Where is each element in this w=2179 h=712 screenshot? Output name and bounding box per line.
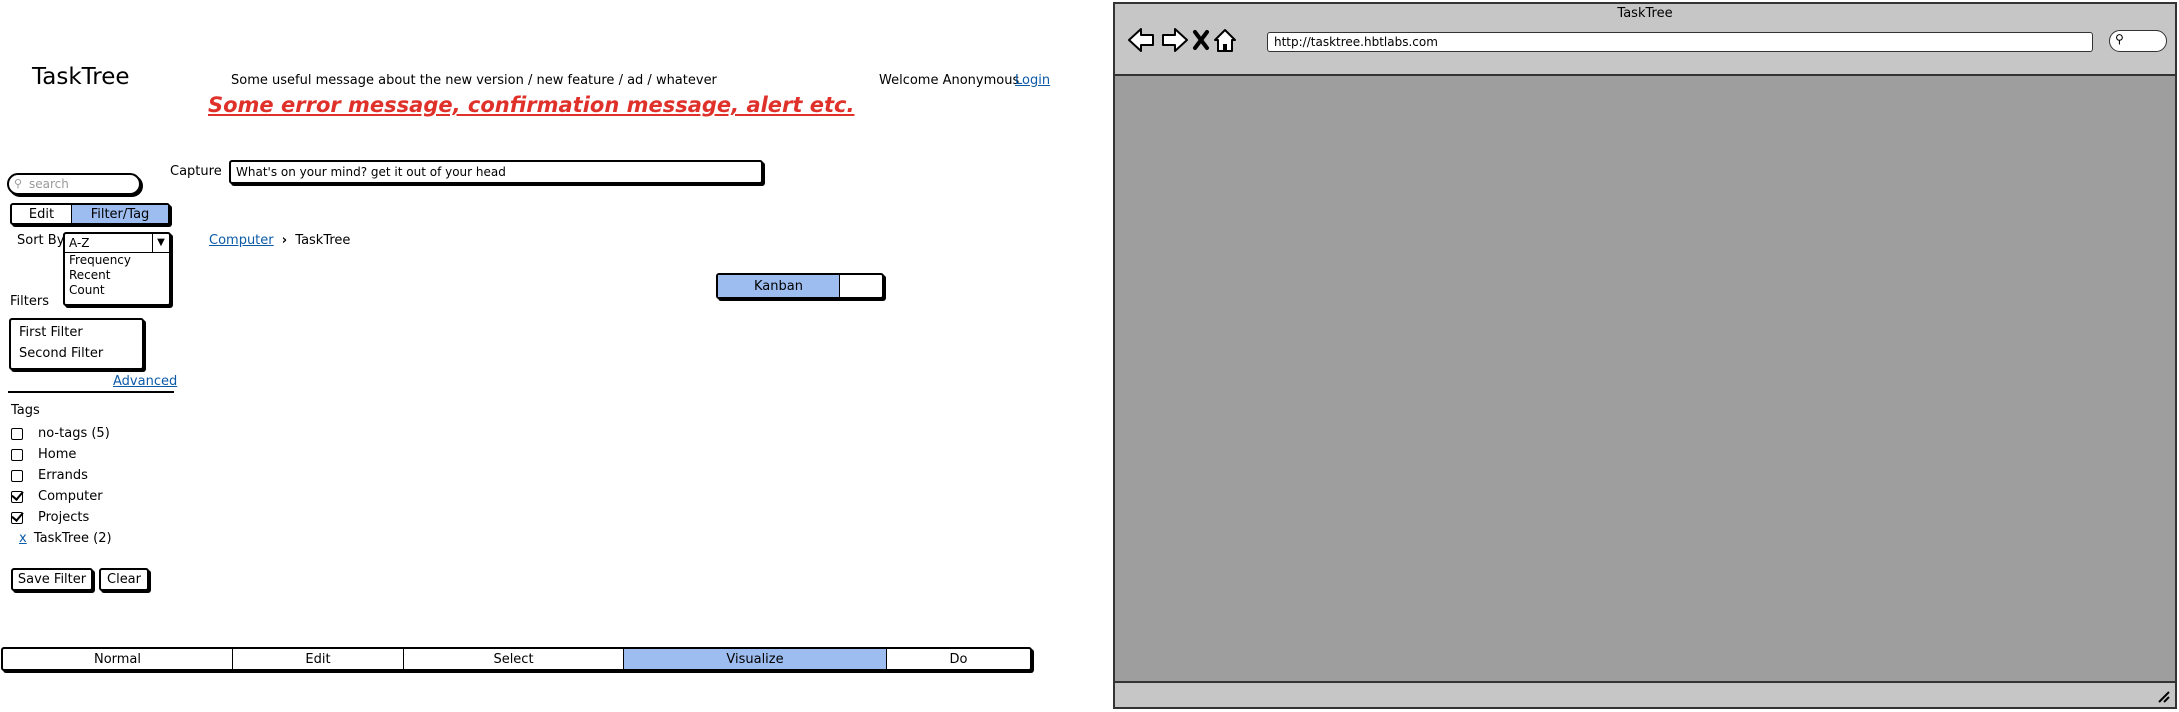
app-title: TaskTree: [32, 64, 130, 90]
welcome-text: Welcome Anonymous: [879, 73, 1020, 88]
tag-item-home[interactable]: Home: [11, 447, 76, 462]
forward-arrow-icon[interactable]: [1162, 28, 1188, 52]
remove-subtag-link[interactable]: x: [19, 531, 27, 546]
tag-item-projects[interactable]: Projects: [11, 510, 89, 525]
tag-item-computer[interactable]: Computer: [11, 489, 103, 504]
bottom-tab-do[interactable]: Do: [887, 649, 1030, 669]
sort-option[interactable]: Recent: [65, 268, 169, 283]
filters-label: Filters: [10, 294, 49, 309]
banner-message: Some useful message about the new versio…: [231, 73, 717, 88]
sort-dropdown[interactable]: A-Z ▼ Frequency Recent Count: [63, 232, 171, 306]
chevron-down-icon[interactable]: ▼: [152, 234, 169, 252]
mode-tab-filter-tag[interactable]: Filter/Tag: [72, 205, 168, 223]
filter-item[interactable]: First Filter: [19, 322, 134, 343]
bottom-tab-normal[interactable]: Normal: [3, 649, 233, 669]
tag-label: Projects: [38, 510, 90, 525]
alert-message: Some error message, confirmation message…: [208, 93, 855, 117]
browser-title: TaskTree: [1617, 6, 1673, 21]
back-arrow-icon[interactable]: [1128, 28, 1154, 52]
browser-content-area: [1115, 74, 2175, 683]
tag-label: Errands: [38, 468, 88, 483]
subtag-item: x TaskTree (2): [19, 531, 112, 546]
bottom-tabbar: Normal Edit Select Visualize Do: [1, 647, 1032, 671]
browser-search-input[interactable]: ⚲: [2109, 30, 2167, 52]
sort-option[interactable]: Frequency: [65, 253, 169, 268]
resize-grip-icon[interactable]: [2155, 688, 2171, 704]
browser-window: TaskTree http://tasktree.hbtlabs.com ⚲: [1113, 2, 2177, 709]
breadcrumb: Computer › TaskTree: [209, 233, 350, 248]
filters-list: First Filter Second Filter: [9, 318, 144, 370]
tag-item-errands[interactable]: Errands: [11, 468, 88, 483]
view-toggle: Kanban: [716, 273, 884, 299]
search-icon: ⚲: [14, 177, 23, 190]
login-link[interactable]: Login: [1015, 73, 1050, 88]
home-icon[interactable]: [1214, 29, 1236, 52]
tag-checkbox[interactable]: [11, 427, 23, 440]
bottom-tab-select[interactable]: Select: [404, 649, 624, 669]
capture-input-text: What's on your mind? get it out of your …: [236, 165, 506, 179]
sort-option[interactable]: Count: [65, 283, 169, 298]
save-filter-button[interactable]: Save Filter: [11, 568, 93, 591]
capture-input[interactable]: What's on your mind? get it out of your …: [229, 160, 763, 184]
advanced-link[interactable]: Advanced: [113, 374, 177, 389]
search-icon: ⚲: [2115, 32, 2124, 46]
stop-icon[interactable]: [1193, 30, 1209, 50]
mode-toggle: Edit Filter/Tag: [10, 203, 170, 225]
search-placeholder: search: [29, 177, 69, 191]
filter-item[interactable]: Second Filter: [19, 343, 134, 364]
search-input[interactable]: ⚲ search: [7, 173, 141, 195]
breadcrumb-current: TaskTree: [295, 233, 351, 248]
tag-checkbox-checked[interactable]: [11, 490, 23, 503]
tag-item-no-tags[interactable]: no-tags (5): [11, 426, 110, 441]
mode-tab-edit[interactable]: Edit: [12, 205, 72, 223]
url-bar[interactable]: http://tasktree.hbtlabs.com: [1267, 32, 2093, 52]
tag-checkbox-checked[interactable]: [11, 511, 23, 524]
tags-label: Tags: [11, 403, 40, 418]
bottom-tab-visualize[interactable]: Visualize: [624, 649, 887, 669]
clear-button[interactable]: Clear: [99, 568, 149, 591]
sort-label: Sort By: [17, 233, 65, 248]
tag-label: Computer: [38, 489, 103, 504]
tag-label: Home: [38, 447, 77, 462]
sort-value: A-Z: [69, 236, 90, 250]
sort-selected[interactable]: A-Z ▼: [65, 234, 169, 253]
tag-checkbox[interactable]: [11, 448, 23, 461]
subtag-label: TaskTree (2): [33, 531, 112, 546]
divider: [8, 391, 174, 393]
view-tab-kanban[interactable]: Kanban: [718, 275, 840, 297]
breadcrumb-parent-link[interactable]: Computer: [209, 233, 274, 248]
capture-label: Capture: [170, 164, 222, 179]
tag-checkbox[interactable]: [11, 469, 23, 482]
tag-label: no-tags (5): [38, 426, 110, 441]
url-text: http://tasktree.hbtlabs.com: [1274, 35, 1438, 49]
chevron-right-icon: ›: [281, 233, 288, 248]
view-tab-other[interactable]: [840, 275, 882, 297]
bottom-tab-edit[interactable]: Edit: [233, 649, 404, 669]
